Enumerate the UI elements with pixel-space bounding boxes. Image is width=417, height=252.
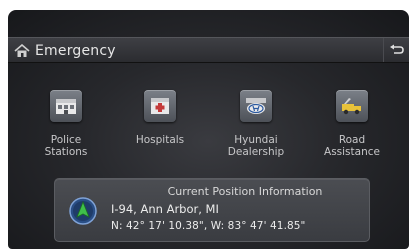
police-stations-button[interactable]: Police Stations: [24, 90, 108, 170]
navigation-arrow-icon: [69, 197, 97, 225]
position-panel-title: Current Position Information: [167, 185, 323, 198]
hospitals-button[interactable]: Hospitals: [118, 90, 202, 170]
tile-label-police-stations: Police Stations: [44, 134, 88, 158]
road-assistance-icon: [336, 90, 368, 122]
tile-label-hospitals: Hospitals: [135, 134, 185, 146]
back-arrow-icon: [389, 44, 404, 54]
tile-label-hyundai-dealership: Hyundai Dealership: [227, 134, 285, 158]
home-icon: [14, 44, 30, 57]
screen: Emergency Police Stations Hospitals Hyun…: [8, 10, 409, 249]
current-position-panel[interactable]: Current Position Information I-94, Ann A…: [54, 178, 370, 242]
page-title: Emergency: [35, 43, 116, 59]
position-coordinates: N: 42° 17' 10.38", W: 83° 47' 41.85": [111, 220, 306, 232]
position-road: I-94, Ann Arbor, MI: [111, 202, 219, 216]
tile-label-road-assistance: Road Assistance: [324, 134, 380, 158]
header-bar: Emergency: [8, 37, 409, 63]
road-assistance-button[interactable]: Road Assistance: [310, 90, 394, 170]
title-area[interactable]: Emergency: [14, 41, 116, 61]
hyundai-dealership-button[interactable]: Hyundai Dealership: [214, 90, 298, 170]
police-station-icon: [50, 90, 82, 122]
back-button[interactable]: [383, 38, 409, 62]
hyundai-dealership-icon: [240, 90, 272, 122]
hospital-icon: [144, 90, 176, 122]
